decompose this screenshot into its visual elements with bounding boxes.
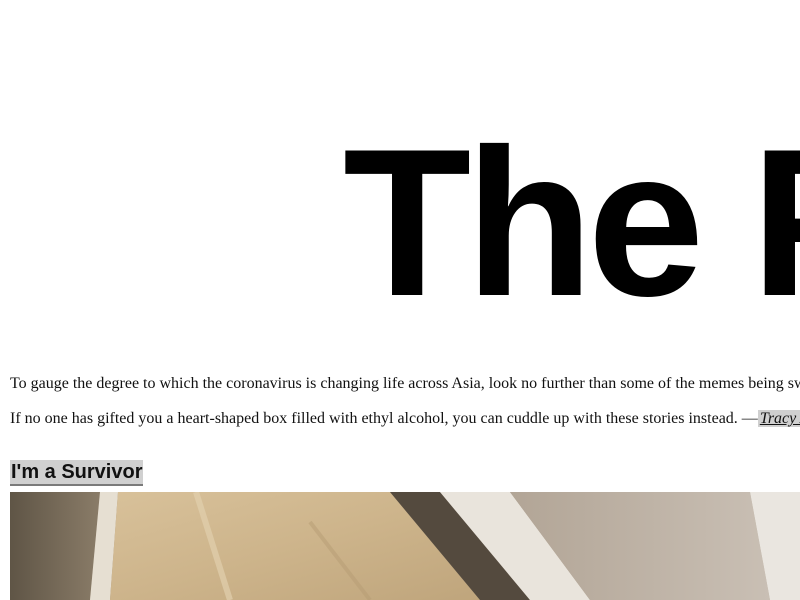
newsletter-page: The F To gauge the degree to which the c… [0,0,800,600]
second-paragraph-text: If no one has gifted you a heart-shaped … [10,410,758,427]
author-link[interactable]: Tracy Alloway [757,410,800,427]
newsletter-masthead: The F [343,105,800,340]
second-paragraph: If no one has gifted you a heart-shaped … [10,410,800,428]
intro-paragraph: To gauge the degree to which the coronav… [10,375,800,393]
intro-paragraph-text: To gauge the degree to which the coronav… [10,375,800,392]
section-photo [10,492,800,600]
photo-illustration [10,492,800,600]
section-heading: I'm a Survivor [10,460,144,486]
